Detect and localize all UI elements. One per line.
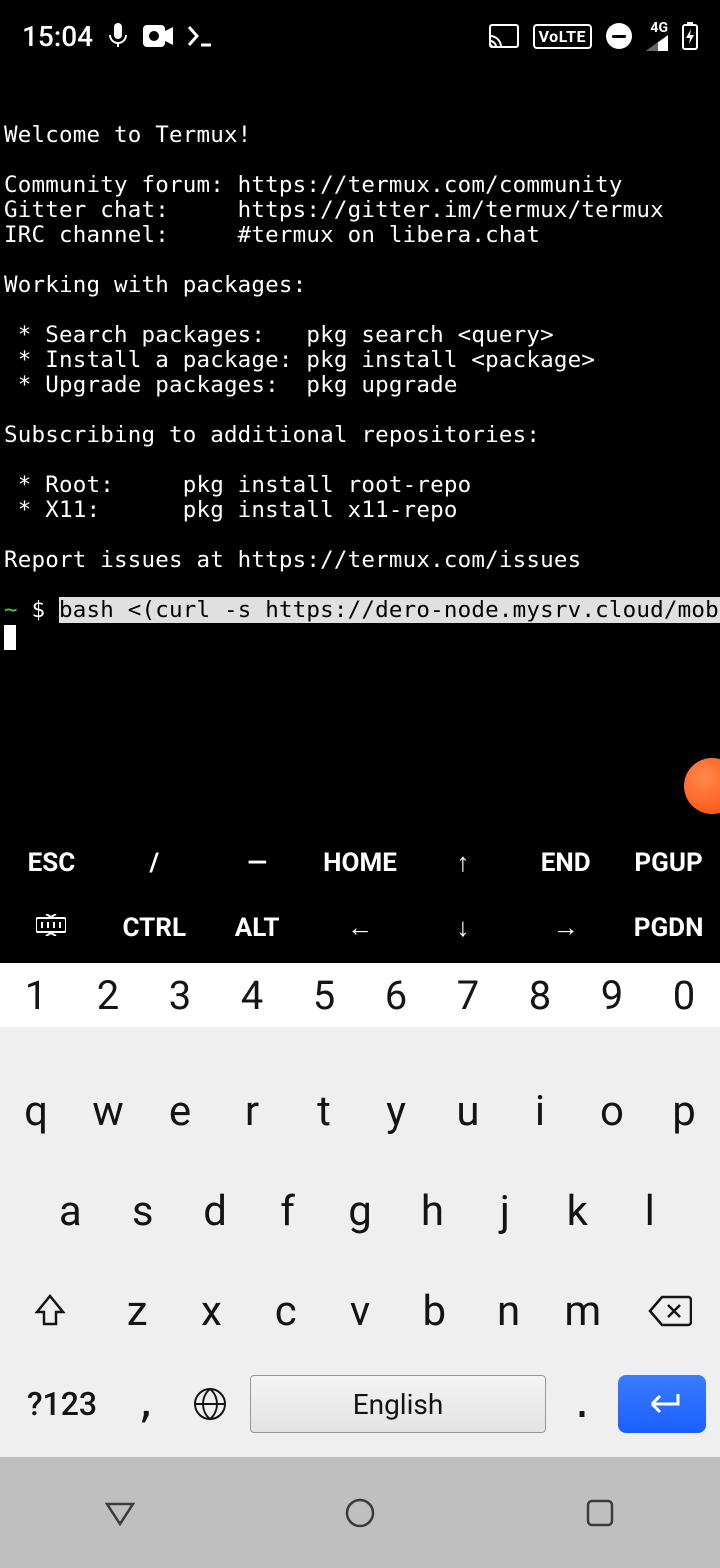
key-esc[interactable]: ESC xyxy=(0,848,103,878)
key-e[interactable]: e xyxy=(144,1087,216,1136)
key-slash[interactable]: / xyxy=(103,848,206,878)
key-2[interactable]: 2 xyxy=(72,963,144,1027)
key-h[interactable]: h xyxy=(396,1187,468,1236)
key-x[interactable]: x xyxy=(174,1287,248,1336)
prompt-tilde: ~ xyxy=(4,597,18,623)
key-j[interactable]: j xyxy=(469,1187,541,1236)
key-p[interactable]: p xyxy=(648,1087,720,1136)
soft-keyboard: 1 2 3 4 5 6 7 8 9 0 q w e r t y u i o p … xyxy=(0,963,720,1457)
key-pgdn[interactable]: PGDN xyxy=(617,913,720,943)
motd-line: * Root: pkg install root-repo xyxy=(4,472,471,498)
motd-line: * X11: pkg install x11-repo xyxy=(4,497,458,523)
key-w[interactable]: w xyxy=(72,1087,144,1136)
key-dash[interactable]: — xyxy=(206,848,309,878)
key-f[interactable]: f xyxy=(251,1187,323,1236)
key-alt[interactable]: ALT xyxy=(206,913,309,943)
language-key[interactable] xyxy=(182,1386,238,1422)
key-6[interactable]: 6 xyxy=(360,963,432,1027)
video-icon xyxy=(143,25,173,47)
network-badge: 4G xyxy=(650,21,668,35)
status-time: 15:04 xyxy=(22,20,93,53)
key-v[interactable]: v xyxy=(323,1287,397,1336)
mic-icon xyxy=(107,23,129,49)
key-t[interactable]: t xyxy=(288,1087,360,1136)
key-s[interactable]: s xyxy=(106,1187,178,1236)
key-7[interactable]: 7 xyxy=(432,963,504,1027)
terminal-prompt-icon xyxy=(187,25,211,47)
key-5[interactable]: 5 xyxy=(288,963,360,1027)
home-button[interactable] xyxy=(320,1483,400,1543)
key-9[interactable]: 9 xyxy=(576,963,648,1027)
motd-line: * Install a package: pkg install <packag… xyxy=(4,347,595,373)
key-y[interactable]: y xyxy=(360,1087,432,1136)
signal-icon xyxy=(646,35,668,51)
key-l[interactable]: l xyxy=(614,1187,686,1236)
enter-key[interactable] xyxy=(618,1375,706,1433)
prompt-dollar: $ xyxy=(32,597,46,623)
motd-line: Subscribing to additional repositories: xyxy=(4,422,540,448)
motd-line: IRC channel: #termux on libera.chat xyxy=(4,222,540,248)
key-g[interactable]: g xyxy=(324,1187,396,1236)
comma-key[interactable]: , xyxy=(122,1381,170,1427)
key-right[interactable]: → xyxy=(514,912,617,943)
status-bar: 15:04 VoLTE 4G xyxy=(0,0,720,72)
key-ctrl[interactable]: CTRL xyxy=(103,913,206,943)
key-r[interactable]: r xyxy=(216,1087,288,1136)
back-button[interactable] xyxy=(80,1483,160,1543)
motd-line: Working with packages: xyxy=(4,272,306,298)
shift-key[interactable] xyxy=(0,1292,100,1330)
dnd-icon xyxy=(606,23,632,49)
android-navbar xyxy=(0,1457,720,1568)
terminal-output[interactable]: Welcome to Termux! Community forum: http… xyxy=(0,72,720,650)
key-4[interactable]: 4 xyxy=(216,963,288,1027)
key-c[interactable]: c xyxy=(249,1287,323,1336)
period-key[interactable]: . xyxy=(558,1381,606,1427)
key-8[interactable]: 8 xyxy=(504,963,576,1027)
key-u[interactable]: u xyxy=(432,1087,504,1136)
key-down[interactable]: ↓ xyxy=(411,912,514,943)
key-left[interactable]: ← xyxy=(309,912,412,943)
volte-badge: VoLTE xyxy=(533,24,592,49)
cursor xyxy=(4,625,16,650)
key-k[interactable]: k xyxy=(541,1187,613,1236)
recents-button[interactable] xyxy=(560,1483,640,1543)
spacebar[interactable]: English xyxy=(250,1375,546,1433)
command-input[interactable]: bash <(curl -s https://dero-node.mysrv.c… xyxy=(59,597,720,623)
battery-charging-icon xyxy=(682,22,698,50)
symbols-key[interactable]: ?123 xyxy=(14,1385,110,1423)
key-d[interactable]: d xyxy=(179,1187,251,1236)
motd-line: Welcome to Termux! xyxy=(4,122,251,148)
backspace-key[interactable] xyxy=(620,1294,720,1328)
key-i[interactable]: i xyxy=(504,1087,576,1136)
key-1[interactable]: 1 xyxy=(0,963,72,1027)
key-n[interactable]: n xyxy=(471,1287,545,1336)
key-0[interactable]: 0 xyxy=(648,963,720,1027)
key-3[interactable]: 3 xyxy=(144,963,216,1027)
motd-line: Community forum: https://termux.com/comm… xyxy=(4,172,623,198)
key-a[interactable]: a xyxy=(34,1187,106,1236)
motd-line: * Upgrade packages: pkg upgrade xyxy=(4,372,458,398)
key-end[interactable]: END xyxy=(514,848,617,878)
cast-icon xyxy=(489,24,519,48)
keyboard-toggle-icon[interactable] xyxy=(0,913,103,943)
key-q[interactable]: q xyxy=(0,1087,72,1136)
key-z[interactable]: z xyxy=(100,1287,174,1336)
key-pgup[interactable]: PGUP xyxy=(617,848,720,878)
motd-line: Gitter chat: https://gitter.im/termux/te… xyxy=(4,197,664,223)
motd-line: * Search packages: pkg search <query> xyxy=(4,322,554,348)
termux-extra-keys: ESC / — HOME ↑ END PGUP CTRL ALT ← ↓ → P… xyxy=(0,830,720,960)
number-row: 1 2 3 4 5 6 7 8 9 0 xyxy=(0,963,720,1027)
key-o[interactable]: o xyxy=(576,1087,648,1136)
screen-record-bubble[interactable] xyxy=(684,758,720,814)
key-m[interactable]: m xyxy=(546,1287,620,1336)
key-b[interactable]: b xyxy=(397,1287,471,1336)
key-home[interactable]: HOME xyxy=(309,848,412,878)
motd-line: Report issues at https://termux.com/issu… xyxy=(4,547,581,573)
key-up[interactable]: ↑ xyxy=(411,847,514,878)
